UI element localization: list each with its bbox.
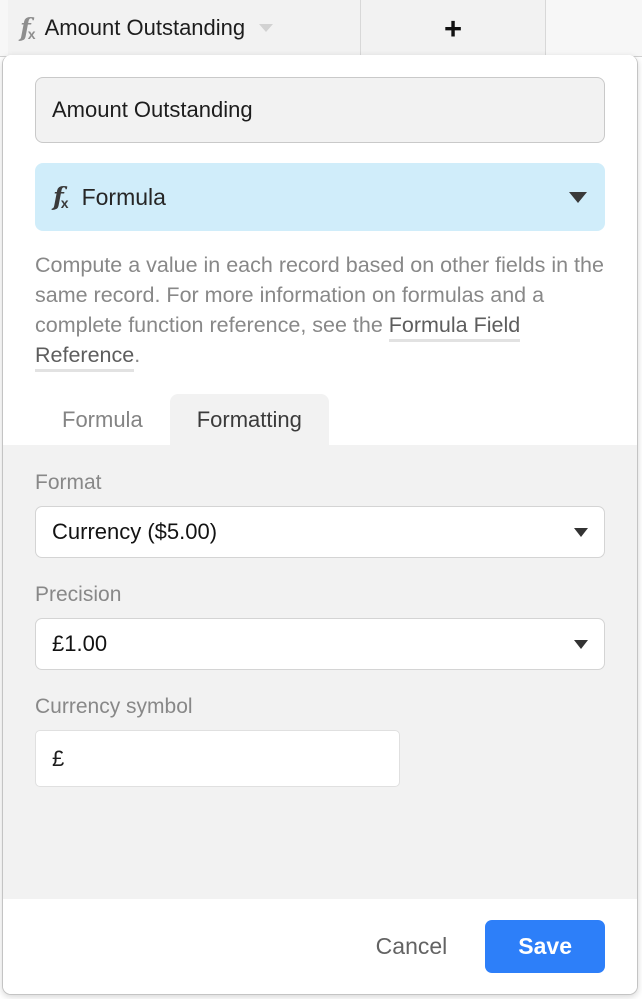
tab-formatting[interactable]: Formatting — [169, 394, 329, 445]
currency-symbol-input[interactable] — [35, 730, 400, 787]
description-text-after: . — [134, 343, 141, 367]
plus-icon: + — [443, 10, 463, 46]
precision-label: Precision — [35, 583, 122, 606]
field-type-description: Compute a value in each record based on … — [35, 250, 605, 372]
triangle-down-icon — [574, 527, 588, 537]
popup-top-section: fx Formula Compute a value in each recor… — [3, 55, 637, 372]
column-header-amount-outstanding[interactable]: fx Amount Outstanding — [8, 0, 361, 56]
currency-symbol-label: Currency symbol — [35, 695, 193, 718]
save-button[interactable]: Save — [485, 920, 605, 973]
format-select-value: Currency ($5.00) — [52, 519, 218, 544]
field-editor-popup: fx Formula Compute a value in each recor… — [2, 55, 638, 995]
cancel-button[interactable]: Cancel — [372, 927, 452, 966]
popup-footer: Cancel Save — [3, 899, 637, 994]
triangle-down-icon — [569, 191, 587, 203]
formatting-panel: Format Currency ($5.00) Precision £1.00 … — [3, 445, 637, 899]
fx-icon: fx — [20, 13, 36, 42]
field-type-select[interactable]: fx Formula — [35, 163, 605, 231]
tab-formula[interactable]: Formula — [35, 394, 170, 445]
triangle-down-icon — [574, 639, 588, 649]
editor-tabs: Formula Formatting — [3, 394, 637, 445]
format-select[interactable]: Currency ($5.00) — [35, 506, 605, 558]
precision-select[interactable]: £1.00 — [35, 618, 605, 670]
add-column-button[interactable]: + — [361, 0, 546, 56]
empty-column-header — [546, 0, 642, 56]
field-type-label: Formula — [81, 183, 166, 210]
field-name-input[interactable] — [35, 77, 605, 143]
format-label: Format — [35, 471, 102, 494]
precision-select-value: £1.00 — [52, 631, 108, 656]
chevron-down-icon[interactable] — [259, 24, 274, 32]
spreadsheet-header: fx Amount Outstanding + — [0, 0, 642, 57]
column-header-label: Amount Outstanding — [44, 15, 246, 40]
fx-icon: fx — [53, 182, 69, 211]
